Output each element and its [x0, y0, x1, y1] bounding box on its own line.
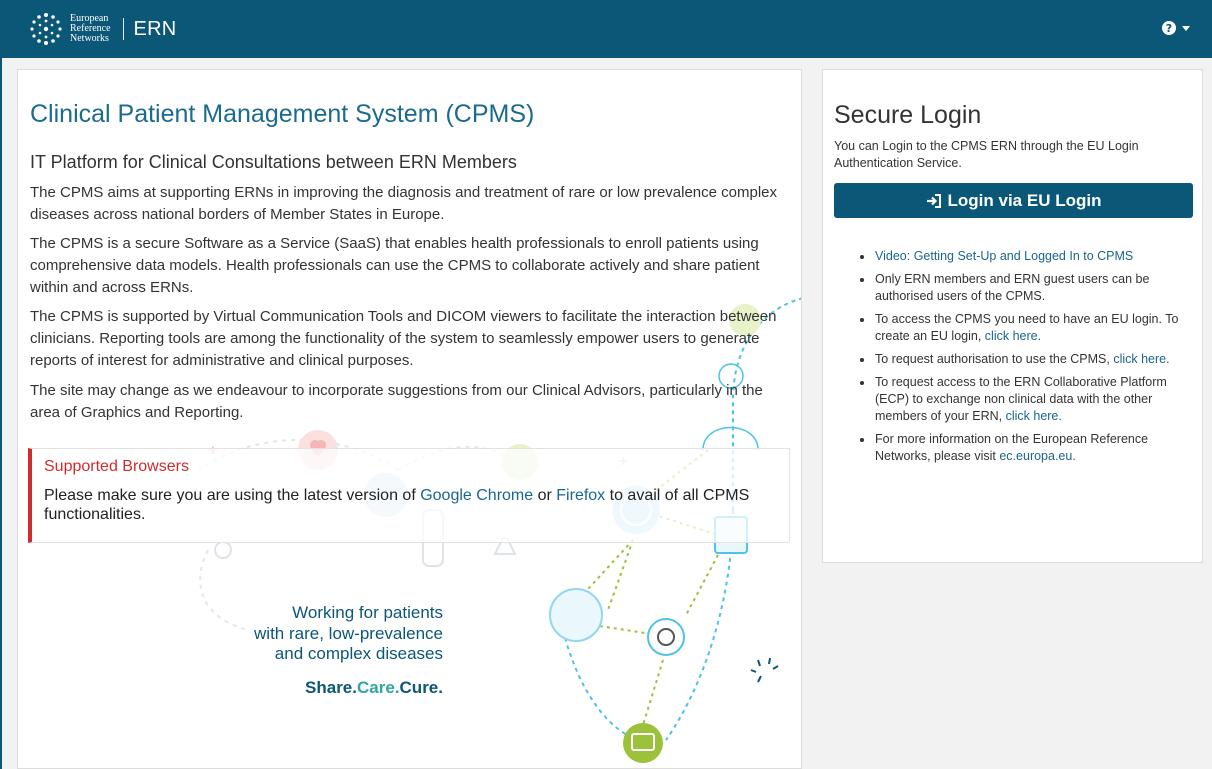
- create-eu-login-link[interactable]: click here.: [985, 329, 1041, 343]
- tagline-line: Working for patients: [292, 603, 443, 622]
- list-item: For more information on the European Ref…: [857, 431, 1187, 465]
- secure-login-panel: Secure Login You can Login to the CPMS E…: [822, 69, 1203, 563]
- advisors-paragraph: The site may change as we endeavour to i…: [30, 382, 763, 421]
- video-setup-link[interactable]: Video: Getting Set-Up and Logged In to C…: [875, 249, 1133, 263]
- share-care-cure-motto: Share.Care.Cure.: [223, 678, 443, 698]
- supported-browsers-title: Supported Browsers: [44, 458, 189, 475]
- list-item: Only ERN members and ERN guest users can…: [857, 271, 1187, 305]
- google-chrome-link[interactable]: Google Chrome: [420, 487, 533, 504]
- motto-care: Care.: [357, 678, 400, 697]
- saas-paragraph: The CPMS is a secure Software as a Servi…: [30, 235, 760, 296]
- supported-browsers-alert: Supported Browsers Please make sure you …: [28, 448, 790, 543]
- brand-divider: [122, 18, 124, 40]
- motto-cure: Cure.: [399, 678, 443, 697]
- caret-down-icon: [1182, 25, 1190, 31]
- auth-text: To request authorisation to use the CPMS…: [875, 352, 1114, 366]
- tools-paragraph: The CPMS is supported by Virtual Communi…: [30, 308, 777, 369]
- ern-logo[interactable]: European Reference Networks: [28, 11, 111, 47]
- page-title: Clinical Patient Management System (CPMS…: [30, 100, 535, 128]
- tagline: Working for patients with rare, low-prev…: [223, 603, 443, 665]
- top-navbar: European Reference Networks ERN ?: [0, 0, 1212, 58]
- request-authorisation-link[interactable]: click here.: [1113, 352, 1169, 366]
- login-intro: You can Login to the CPMS ERN through th…: [834, 139, 1139, 170]
- list-item: To request access to the ERN Collaborati…: [857, 374, 1187, 425]
- list-item: To access the CPMS you need to have an E…: [857, 311, 1187, 345]
- main-panel: Clinical Patient Management System (CPMS…: [17, 69, 802, 769]
- login-info-list: Video: Getting Set-Up and Logged In to C…: [857, 248, 1187, 471]
- supported-browsers-text: Please make sure you are using the lates…: [44, 486, 764, 524]
- request-ecp-access-link[interactable]: click here.: [1006, 409, 1062, 423]
- tagline-line: and complex diseases: [274, 644, 443, 663]
- browsers-text-before: Please make sure you are using the lates…: [44, 487, 421, 504]
- login-eu-login-button[interactable]: Login via EU Login: [834, 183, 1193, 218]
- list-item: To request authorisation to use the CPMS…: [857, 351, 1187, 368]
- logo-line: Networks: [70, 33, 109, 44]
- intro-paragraph: The CPMS aims at supporting ERNs in impr…: [30, 184, 778, 223]
- motto-share: Share.: [305, 678, 357, 697]
- logo-text: European Reference Networks: [70, 14, 111, 44]
- list-item: Video: Getting Set-Up and Logged In to C…: [857, 248, 1187, 265]
- sign-in-icon: [926, 193, 941, 208]
- browsers-text-mid: or: [533, 487, 557, 504]
- login-button-label: Login via EU Login: [947, 190, 1102, 210]
- tagline-line: with rare, low-prevalence: [254, 623, 443, 643]
- page-subtitle: IT Platform for Clinical Consultations b…: [30, 152, 517, 172]
- brand-title[interactable]: ERN: [134, 18, 177, 41]
- left-edge-accent: [0, 58, 2, 769]
- login-title: Secure Login: [834, 101, 982, 129]
- ern-logo-icon: [30, 13, 62, 45]
- ec-europa-link[interactable]: ec.europa.eu.: [999, 449, 1075, 463]
- firefox-link[interactable]: Firefox: [556, 487, 605, 504]
- question-circle-icon: ?: [1162, 21, 1176, 35]
- help-menu-button[interactable]: ?: [1162, 21, 1190, 35]
